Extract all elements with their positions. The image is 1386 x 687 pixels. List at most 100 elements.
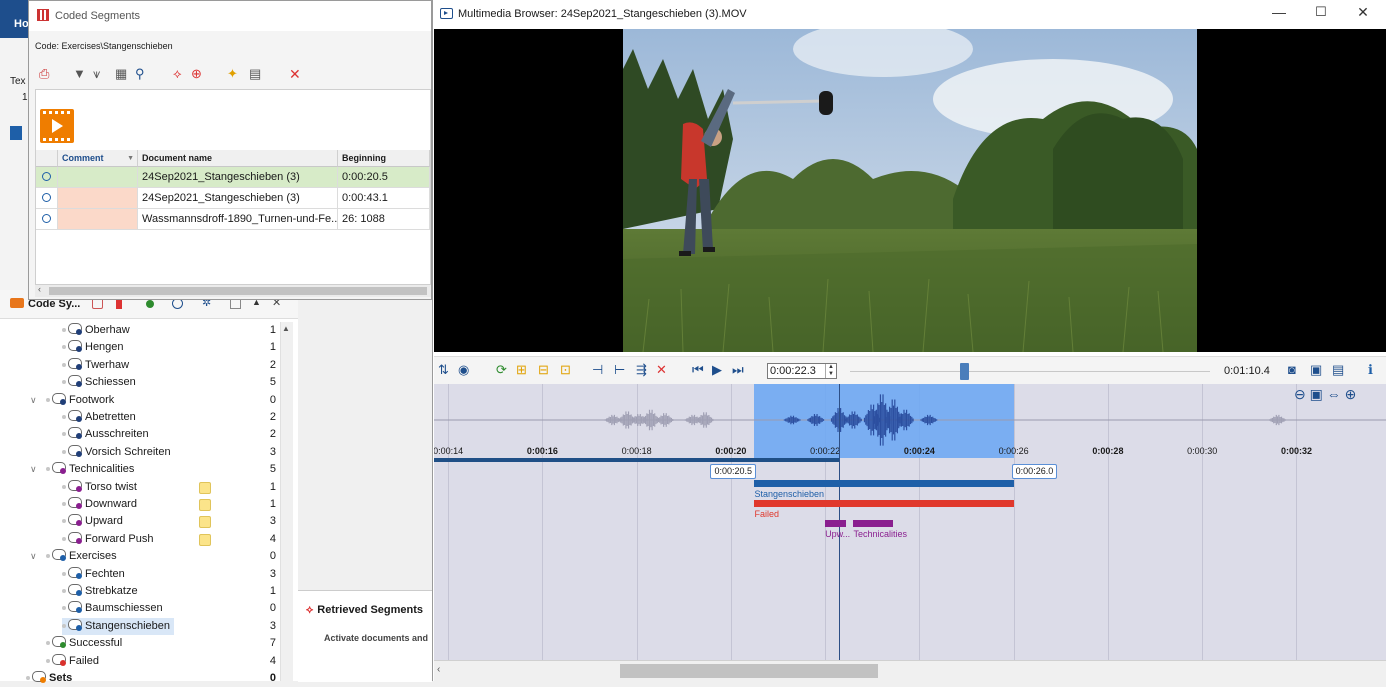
code-tree-scrollbar[interactable] — [280, 322, 293, 681]
beginning-cell[interactable]: 26: 1088 — [338, 209, 430, 229]
add-marker-icon[interactable]: ⊕ — [191, 67, 202, 81]
expand-chevron-icon[interactable]: ∨ — [30, 392, 40, 409]
code-tree-item[interactable]: Strebkatze 1 — [0, 583, 280, 600]
coded-segments-titlebar[interactable]: Coded Segments — [29, 1, 431, 31]
code-tree-item[interactable]: Successful 7 — [0, 635, 280, 652]
jump-icon[interactable]: ⇶ — [636, 363, 647, 377]
code-tree-item[interactable]: Stangenschieben 3 — [0, 617, 280, 635]
filter-document-icon[interactable]: ⎙ — [39, 67, 49, 81]
multimedia-browser-titlebar[interactable]: Multimedia Browser: 24Sep2021_Stangeschi… — [433, 0, 1386, 28]
row-select-cell[interactable] — [36, 188, 58, 208]
beginning-cell[interactable]: 0:00:20.5 — [338, 167, 430, 187]
search-icon[interactable]: ⚲ — [135, 67, 145, 81]
export-image-icon[interactable]: ▣ — [1310, 363, 1322, 377]
code-tree-item[interactable]: Failed 4 — [0, 653, 280, 670]
snapshot-icon[interactable]: ◙ — [1288, 363, 1296, 377]
marker-icon[interactable]: ⟡ — [173, 67, 182, 81]
code-tree-item[interactable]: ∨ Exercises 0 — [0, 548, 280, 565]
zoom-in-icon[interactable]: ⊕ — [1345, 386, 1357, 402]
code-tree-item[interactable]: Vorsich Schreiten 3 — [0, 444, 280, 461]
code-tree-item[interactable]: Schiessen 5 — [0, 374, 280, 391]
row-radio-icon[interactable] — [42, 172, 51, 181]
close-window-button[interactable]: ✕ — [1353, 4, 1373, 21]
close-icon[interactable]: ✕ — [289, 67, 301, 81]
time-stepper-icon[interactable]: ▲ ▼ — [825, 364, 836, 378]
scroll-up-icon[interactable]: ▲ — [282, 324, 290, 333]
code-tree-item[interactable]: Twerhaw 2 — [0, 357, 280, 374]
current-time-field[interactable]: 0:00:22.3 ▲ ▼ — [767, 363, 837, 379]
row-radio-icon[interactable] — [42, 193, 51, 202]
info-icon[interactable]: ℹ — [1368, 363, 1373, 377]
waveform-timeline[interactable]: 0:00:14 0:00:16 0:00:18 0:00:20 0:00:22 0:00:… — [434, 384, 1386, 660]
coded-segment-bar[interactable] — [853, 520, 894, 527]
coded-segment-bar[interactable] — [754, 480, 1014, 487]
code-tree-item[interactable]: Ausschreiten 2 — [0, 426, 280, 443]
zoom-100-icon[interactable]: ▣ — [1310, 386, 1323, 402]
position-slider-thumb[interactable] — [960, 363, 970, 380]
memo-icon[interactable] — [199, 499, 211, 511]
timeline-hscrollbar[interactable]: ‹ — [434, 660, 1386, 681]
coded-segment-bar[interactable] — [825, 520, 847, 527]
code-tree-item[interactable]: Sets 0 — [0, 670, 280, 687]
export-icon[interactable]: ▤ — [1332, 363, 1344, 377]
skip-forward-icon[interactable]: ⏭ — [732, 363, 744, 377]
memo-icon[interactable] — [199, 533, 211, 546]
document-name-cell[interactable]: 24Sep2021_Stangeschieben (3) — [138, 188, 338, 208]
column-header-comment[interactable]: Comment ▼ — [58, 150, 138, 167]
set-start-icon[interactable]: ⊣ — [592, 363, 603, 377]
zoom-out-icon[interactable]: ⊖ — [1294, 386, 1306, 402]
scrollbar-thumb[interactable] — [49, 287, 427, 295]
minimize-button[interactable]: — — [1269, 4, 1289, 20]
code-tree-item[interactable]: Hengen 1 — [0, 339, 280, 356]
link-segments-icon[interactable]: ⇅ — [438, 363, 449, 377]
memo-icon[interactable]: ⊟ — [538, 363, 549, 377]
scrollbar-thumb[interactable] — [620, 664, 878, 678]
document-system-icon[interactable] — [10, 126, 22, 140]
memo-icon[interactable] — [199, 516, 211, 529]
fit-width-icon[interactable]: ⇔ — [1327, 386, 1341, 402]
table-row[interactable]: 24Sep2021_Stangeschieben (3) 0:00:43.1 — [36, 188, 430, 209]
code-tree-item[interactable]: Torso twist 1 — [0, 479, 280, 496]
expand-chevron-icon[interactable]: ∨ — [30, 461, 40, 478]
preview-icon[interactable]: ◉ — [458, 363, 469, 377]
home-ribbon-tab[interactable]: Ho — [0, 0, 29, 38]
code-tree-item[interactable]: Downward 1 — [0, 496, 280, 513]
column-header-beginning[interactable]: Beginning — [338, 150, 430, 167]
coded-segment-bar[interactable] — [754, 500, 1014, 507]
document-name-cell[interactable]: Wassmannsdroff-1890_Turnen-und-Fe... — [138, 209, 338, 229]
beginning-cell[interactable]: 0:00:43.1 — [338, 188, 430, 208]
table-row[interactable]: Wassmannsdroff-1890_Turnen-und-Fe... 26: … — [36, 209, 430, 230]
highlight-icon[interactable]: ✦ — [227, 67, 238, 81]
row-radio-icon[interactable] — [42, 214, 51, 223]
code-tree-item[interactable]: Abetretten 2 — [0, 409, 280, 426]
code-tree-item[interactable]: Oberhaw 1 — [0, 322, 280, 339]
code-tree-item[interactable]: Forward Push 4 — [0, 531, 280, 548]
filter-clear-icon[interactable]: ⩛ — [93, 67, 100, 81]
delete-marker-icon[interactable]: ✕ — [656, 363, 667, 377]
row-select-cell[interactable] — [36, 167, 58, 187]
code-tree-item[interactable]: Baumschiessen 0 — [0, 600, 280, 617]
column-header-document[interactable]: Document name — [138, 150, 338, 167]
code-tree-item[interactable]: Fechten 3 — [0, 566, 280, 583]
row-select-cell[interactable] — [36, 209, 58, 229]
document-name-cell[interactable]: 24Sep2021_Stangeschieben (3) — [138, 167, 338, 187]
code-segment-icon[interactable]: ⟳ — [496, 363, 507, 377]
code-tree-item[interactable]: ∨ Technicalities 5 — [0, 461, 280, 478]
new-memo-icon[interactable]: ⊞ — [516, 363, 527, 377]
comment-cell[interactable] — [58, 209, 138, 229]
text-ribbon-label[interactable]: Tex — [10, 76, 26, 87]
table-icon[interactable]: ▦ — [115, 67, 127, 81]
comment-cell[interactable] — [58, 188, 138, 208]
scroll-left-icon[interactable]: ‹ — [437, 664, 440, 675]
position-slider-track[interactable] — [850, 371, 1210, 372]
table-row[interactable]: 24Sep2021_Stangeschieben (3) 0:00:20.5 — [36, 167, 430, 188]
set-end-icon[interactable]: ⊢ — [614, 363, 625, 377]
add-code-icon[interactable] — [146, 300, 154, 308]
export-icon[interactable]: ▤ — [249, 67, 261, 81]
filter-icon[interactable]: ▼ — [73, 67, 86, 81]
comment-icon[interactable]: ⊡ — [560, 363, 571, 377]
play-icon[interactable]: ▶ — [712, 363, 722, 377]
comment-cell[interactable] — [58, 167, 138, 187]
memo-icon[interactable] — [199, 481, 211, 494]
code-tree-item[interactable]: ∨ Footwork 0 — [0, 392, 280, 409]
